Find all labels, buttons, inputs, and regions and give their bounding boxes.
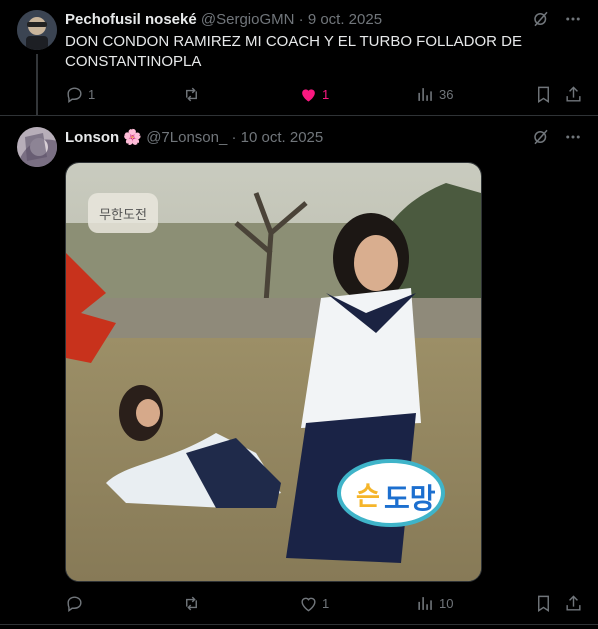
share-icon (566, 595, 581, 611)
views-icon (418, 88, 432, 101)
like-button[interactable]: 1 (299, 594, 329, 613)
grok-icon[interactable] (532, 10, 550, 28)
more-icon[interactable] (564, 10, 582, 28)
reply-count: 1 (88, 87, 96, 102)
action-bar: 1 1 36 (60, 85, 590, 109)
separator-dot: · (298, 11, 304, 28)
repost-button[interactable] (182, 85, 205, 104)
tweet-text: DON CONDON RAMIREZ MI COACH Y EL TURBO F… (65, 33, 523, 70)
repost-icon (186, 87, 197, 102)
bookmark-button[interactable] (534, 85, 553, 104)
tweet-header: Lonson 🌸 @7Lonson_ · 10 oct. 2025 (65, 128, 323, 146)
reply-button[interactable] (65, 594, 88, 613)
more-icon[interactable] (564, 128, 582, 146)
reply-icon (67, 596, 82, 613)
avatar-image (17, 127, 57, 167)
flower-emoji: 🌸 (123, 129, 143, 146)
like-count: 1 (322, 596, 330, 611)
action-bar: 1 10 (60, 594, 590, 618)
like-button[interactable]: 1 (299, 85, 329, 104)
avatar[interactable] (17, 10, 57, 50)
share-button[interactable] (564, 594, 583, 613)
tweet-media[interactable]: 무한도전 슨 도망 (65, 162, 482, 582)
separator-dot: · (231, 129, 237, 146)
show-logo: 무한도전 (99, 208, 147, 223)
post-date[interactable]: 9 oct. 2025 (308, 11, 382, 28)
caption-text: 도망 (384, 482, 436, 515)
thread-line (36, 54, 38, 116)
author-name[interactable]: Lonson (65, 129, 119, 146)
tweet-top-actions (532, 128, 582, 146)
post-date[interactable]: 10 oct. 2025 (241, 129, 324, 146)
post-divider (0, 624, 598, 625)
author-handle[interactable]: @SergioGMN (201, 11, 295, 28)
heart-filled-icon (302, 89, 315, 102)
share-button[interactable] (564, 85, 583, 104)
reply-button[interactable]: 1 (65, 85, 95, 104)
like-count: 1 (322, 87, 330, 102)
grok-icon[interactable] (532, 128, 550, 146)
reply-icon (67, 87, 82, 104)
avatar-image (17, 10, 57, 50)
views-button[interactable]: 10 (416, 594, 453, 613)
tweet-top-actions (532, 10, 582, 28)
bookmark-button[interactable] (534, 594, 553, 613)
tweet-1[interactable]: Pechofusil noseké @SergioGMN · 9 oct. 20… (0, 0, 598, 116)
repost-button[interactable] (182, 594, 205, 613)
view-count: 36 (439, 87, 454, 102)
views-button[interactable]: 36 (416, 85, 453, 104)
share-icon (566, 86, 581, 102)
author-handle[interactable]: @7Lonson_ (146, 129, 227, 146)
avatar[interactable] (17, 127, 57, 167)
media-image: 무한도전 슨 도망 (66, 163, 481, 581)
bookmark-icon (538, 595, 549, 612)
heart-icon (301, 597, 316, 612)
author-name[interactable]: Pechofusil noseké (65, 11, 197, 28)
caption-prefix: 슨 (356, 482, 380, 512)
repost-icon (186, 596, 197, 611)
bookmark-icon (538, 86, 549, 103)
tweet-header: Pechofusil noseké @SergioGMN · 9 oct. 20… (65, 11, 382, 28)
views-icon (418, 597, 432, 610)
view-count: 10 (439, 596, 454, 611)
